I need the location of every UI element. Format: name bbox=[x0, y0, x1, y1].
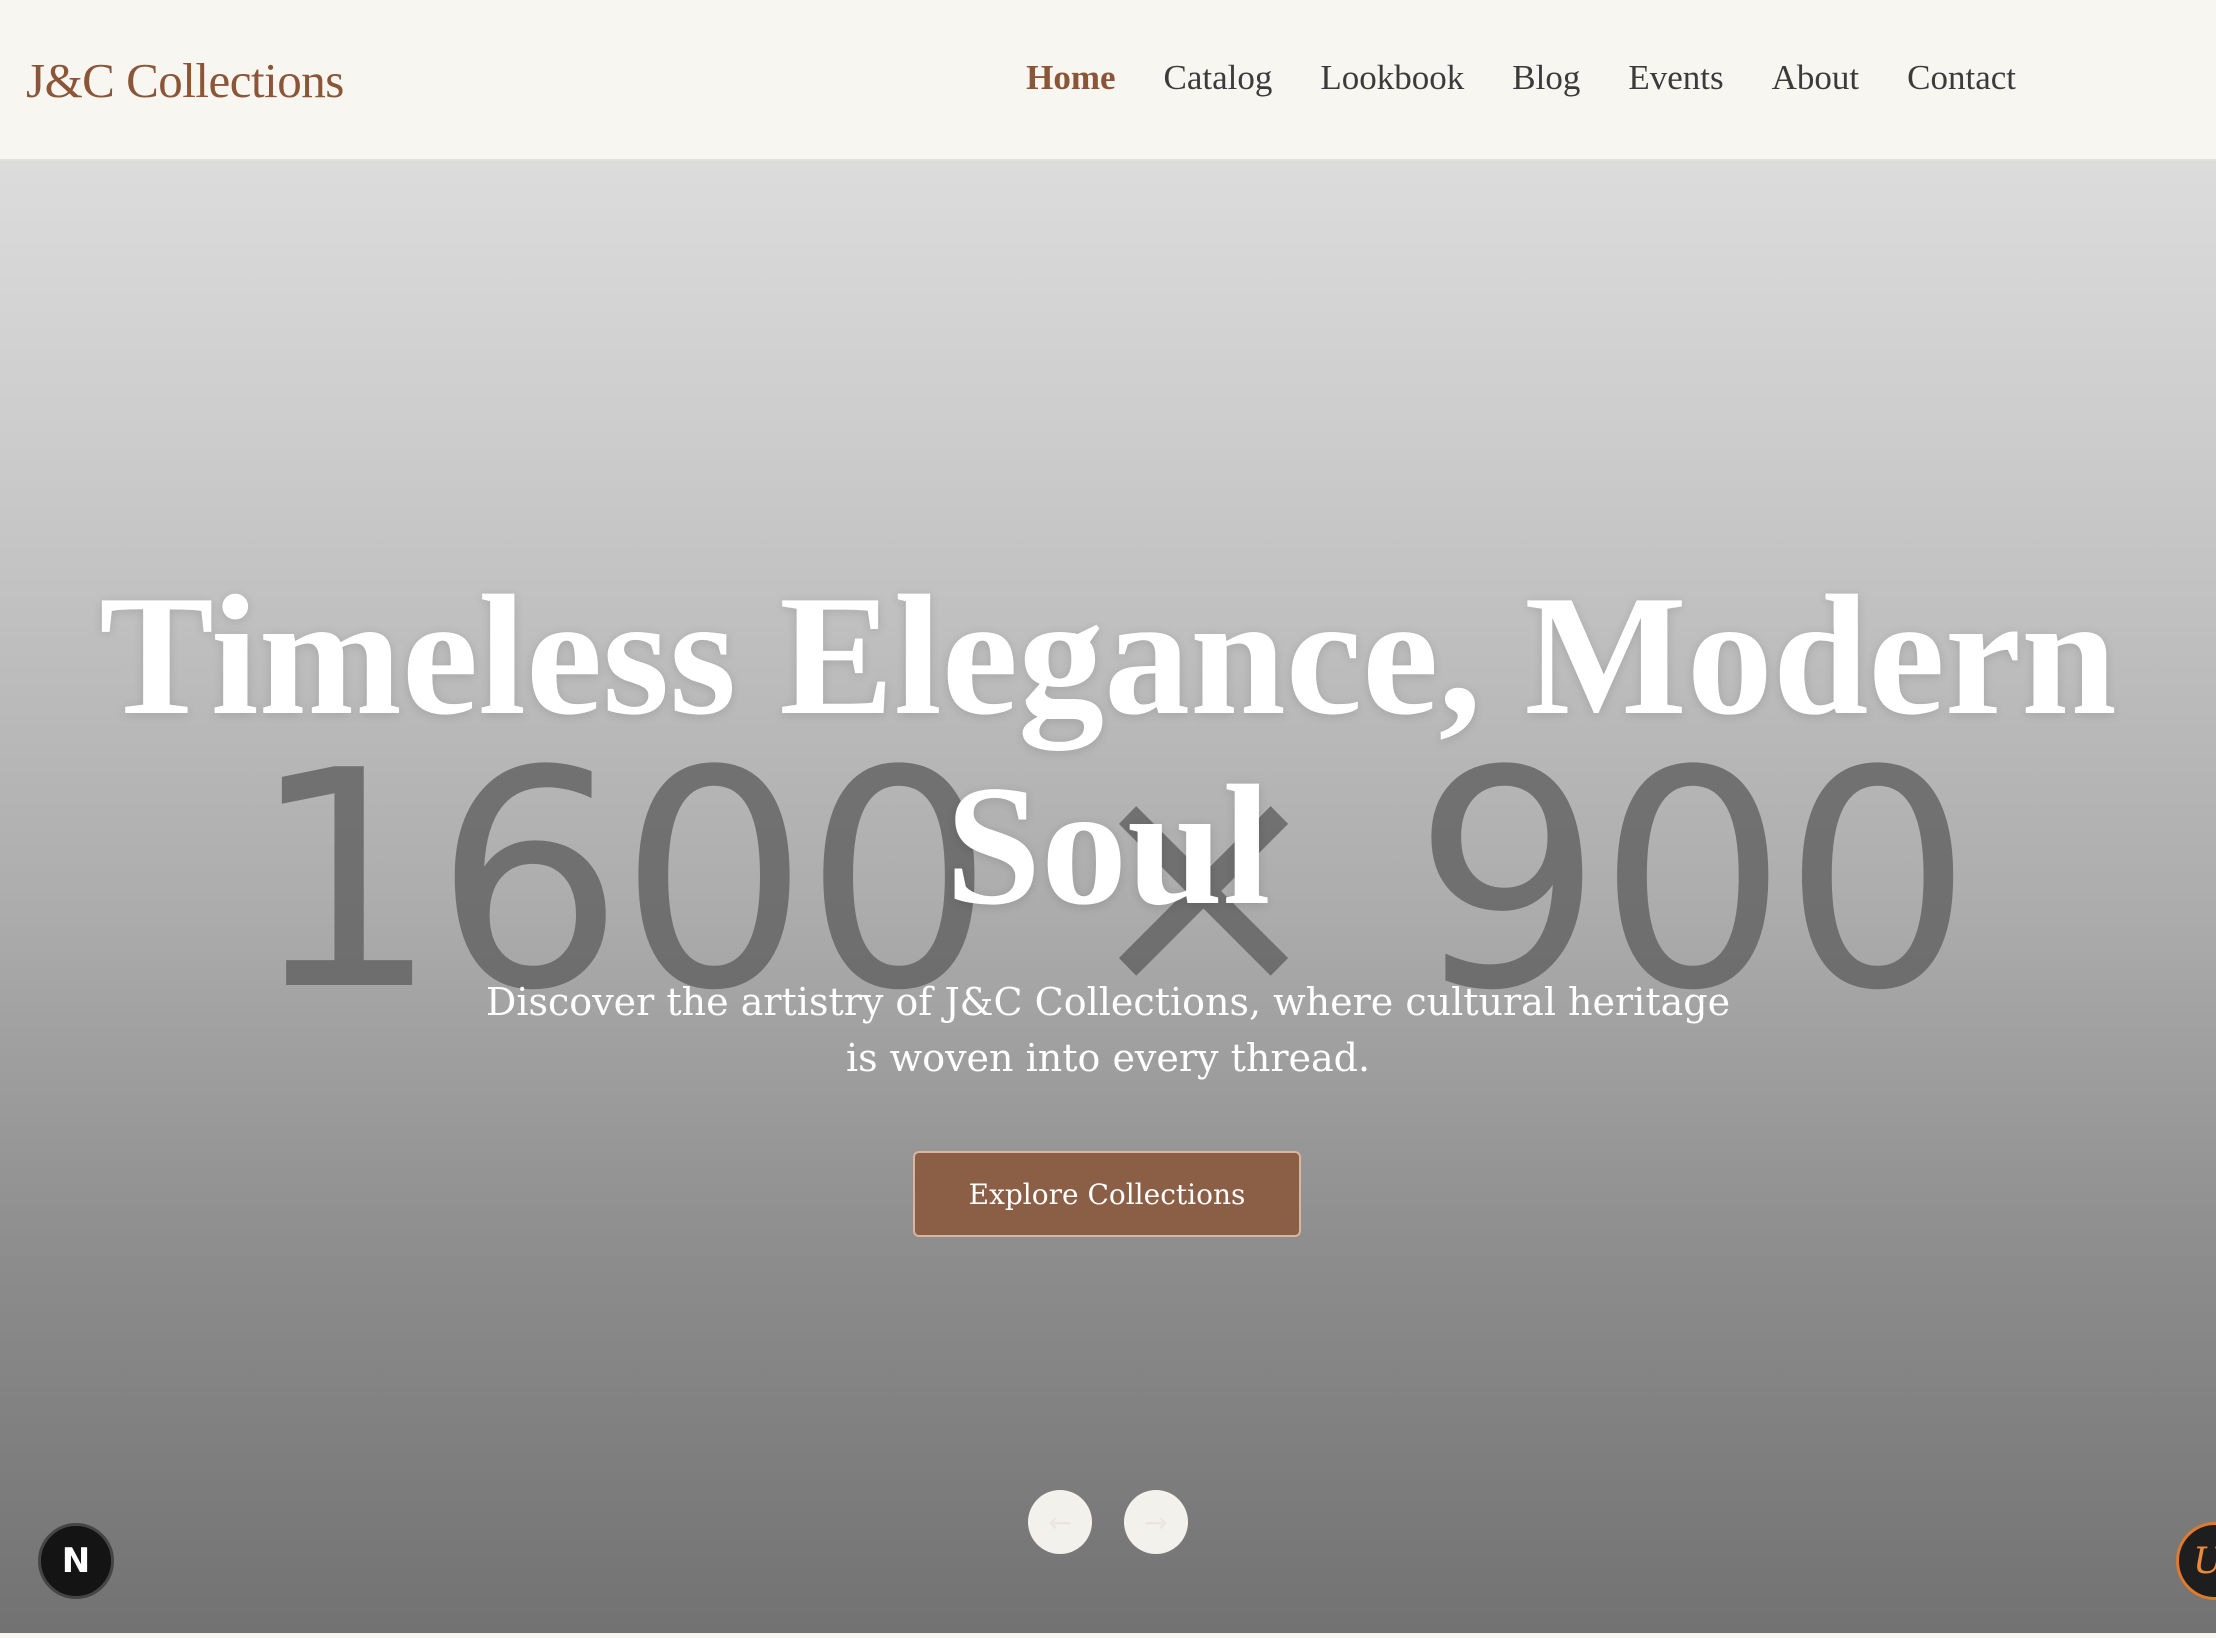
hero-subtitle: Discover the artistry of J&C Collections… bbox=[485, 980, 1731, 1080]
dev-tools-badge[interactable]: N bbox=[38, 1523, 114, 1599]
explore-collections-button[interactable]: Explore Collections bbox=[913, 1151, 1301, 1237]
arrow-right-icon: → bbox=[1144, 1505, 1168, 1539]
nav-catalog[interactable]: Catalog bbox=[1164, 58, 1273, 98]
nav-about[interactable]: About bbox=[1772, 58, 1860, 98]
brand-logo[interactable]: J&C Collections bbox=[26, 52, 344, 109]
hero-section: 1600 × 900 Timeless Elegance, Modern Sou… bbox=[0, 161, 2216, 1633]
carousel-prev-button[interactable]: ← bbox=[1028, 1490, 1092, 1554]
carousel-next-button[interactable]: → bbox=[1124, 1490, 1188, 1554]
nav-events[interactable]: Events bbox=[1628, 58, 1723, 98]
nav-contact[interactable]: Contact bbox=[1907, 58, 2016, 98]
nav-lookbook[interactable]: Lookbook bbox=[1320, 58, 1464, 98]
arrow-left-icon: ← bbox=[1048, 1505, 1072, 1539]
hero-title: Timeless Elegance, Modern Soul bbox=[99, 561, 2117, 941]
page-bottom-edge bbox=[0, 1633, 2216, 1638]
nav-blog[interactable]: Blog bbox=[1512, 58, 1580, 98]
main-nav: Home Catalog Lookbook Blog Events About … bbox=[1026, 58, 2016, 98]
nav-home[interactable]: Home bbox=[1026, 58, 1115, 98]
site-header: J&C Collections Home Catalog Lookbook Bl… bbox=[0, 0, 2216, 161]
